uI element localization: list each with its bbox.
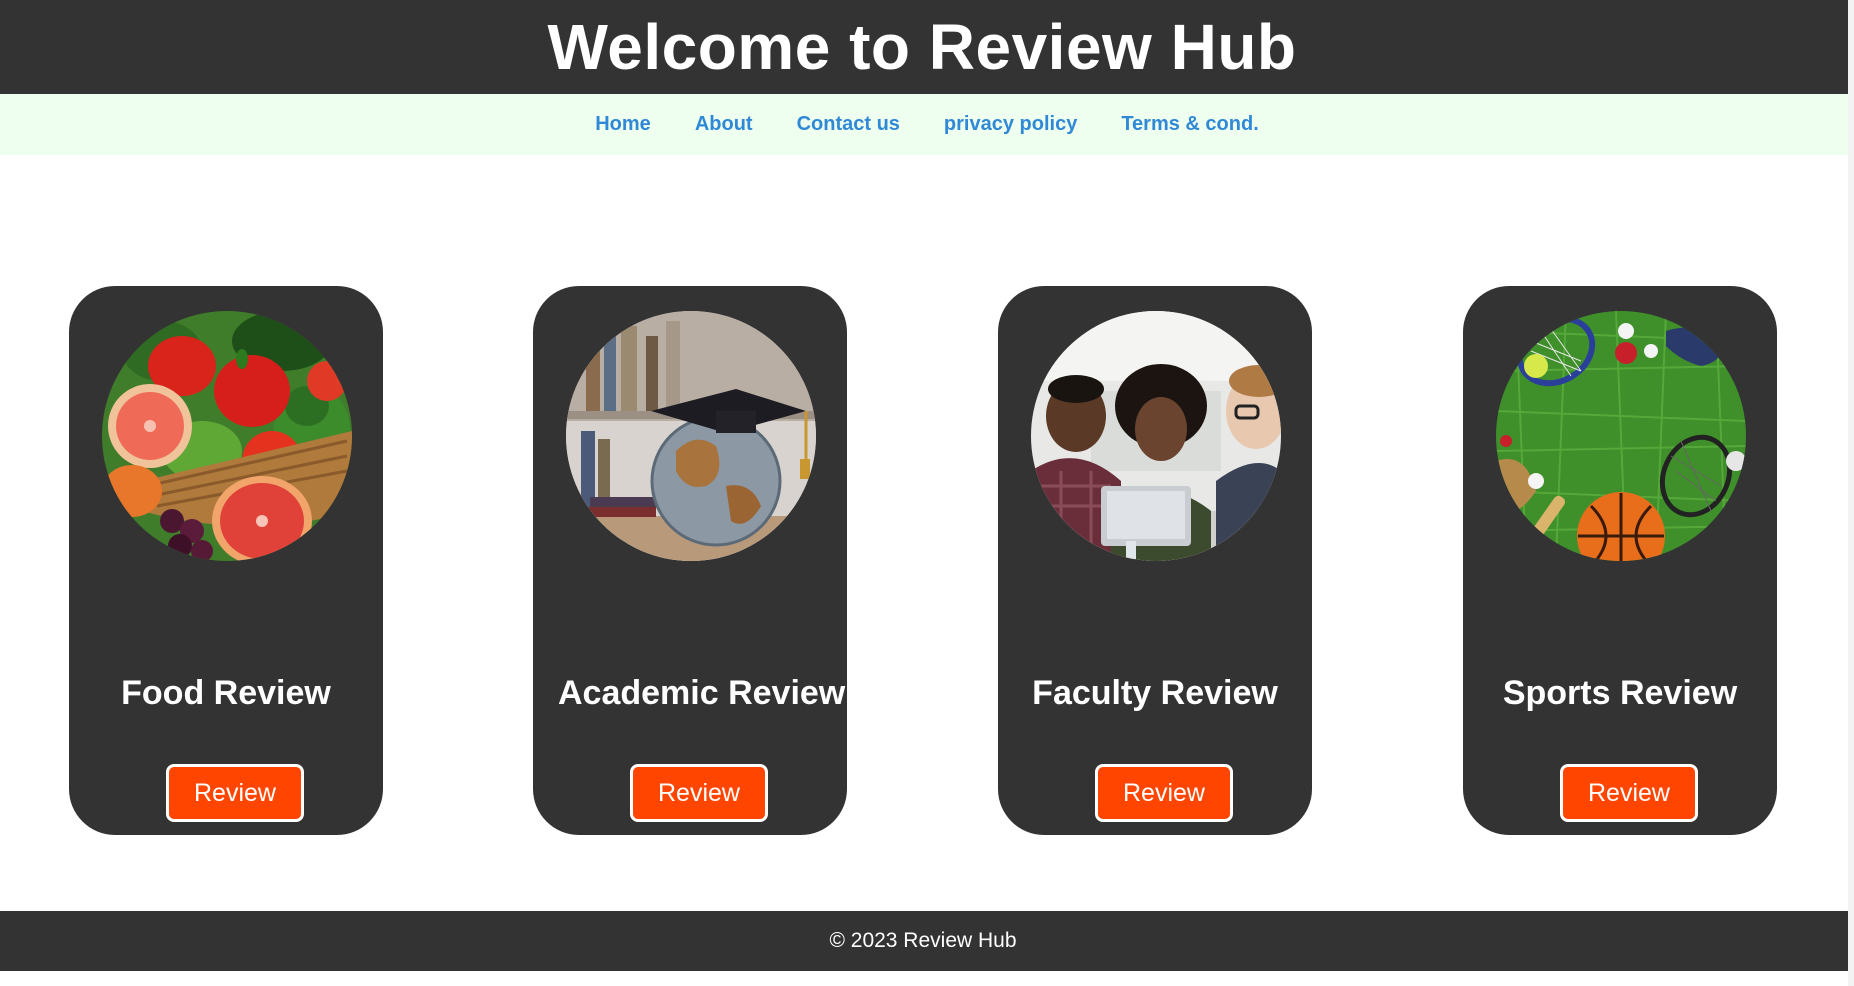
card-title: Sports Review xyxy=(1502,674,1738,712)
card-title: Food Review xyxy=(121,674,331,712)
faculty-review-button[interactable]: Review xyxy=(1095,764,1233,822)
card-title: Academic Review xyxy=(558,674,846,712)
card-title: Faculty Review xyxy=(1032,674,1278,712)
site-footer: © 2023 Review Hub xyxy=(0,911,1854,971)
page: Welcome to Review Hub Home About Contact… xyxy=(0,0,1854,986)
nav-contact-link[interactable]: Contact us xyxy=(797,113,900,136)
sports-equipment-image xyxy=(1496,311,1746,561)
nav-terms-link[interactable]: Terms & cond. xyxy=(1121,113,1258,136)
site-header: Welcome to Review Hub xyxy=(0,0,1854,94)
scrollbar-track[interactable] xyxy=(1848,0,1854,986)
page-title: Welcome to Review Hub xyxy=(547,11,1297,83)
footer-copyright: © 2023 Review Hub xyxy=(829,929,1017,952)
nav-privacy-link[interactable]: privacy policy xyxy=(944,113,1077,136)
card-faculty: Faculty Review Review xyxy=(998,286,1312,835)
card-sports: Sports Review Review xyxy=(1463,286,1777,835)
academic-review-button[interactable]: Review xyxy=(630,764,768,822)
vegetables-basket-image xyxy=(102,311,352,561)
nav-home-link[interactable]: Home xyxy=(595,113,651,136)
food-review-button[interactable]: Review xyxy=(166,764,304,822)
card-academic: Academic Review Review xyxy=(533,286,847,835)
nav-bar: Home About Contact us privacy policy Ter… xyxy=(0,94,1854,155)
graduation-globe-image xyxy=(566,311,816,561)
card-food: Food Review Review xyxy=(69,286,383,835)
sports-review-button[interactable]: Review xyxy=(1560,764,1698,822)
faculty-group-image xyxy=(1031,311,1281,561)
nav-about-link[interactable]: About xyxy=(695,113,753,136)
